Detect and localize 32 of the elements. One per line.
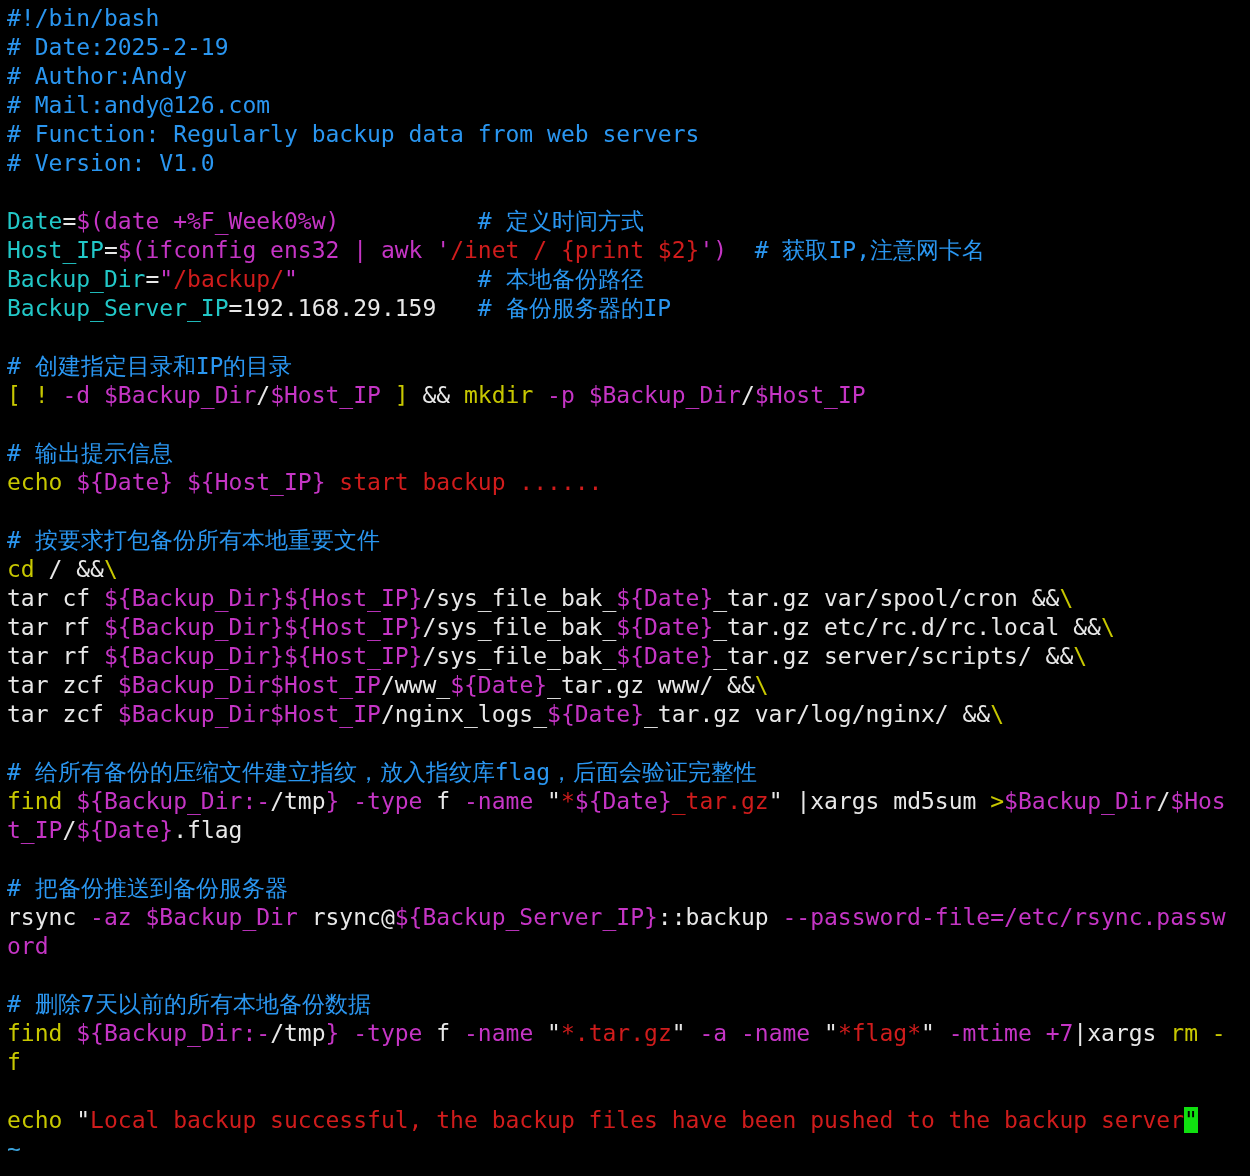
code-line: t_IP/${Date}.flag [7,816,243,845]
code-line: # 给所有备份的压缩文件建立指纹，放入指纹库flag，后面会验证完整性 [7,758,758,787]
code-line: Backup_Server_IP=192.168.29.159 # 备份服务器的IP [7,294,672,323]
code-line: cd / &&\ [7,555,118,584]
code-line: # Version: V1.0 [7,149,215,178]
code-line: tar cf ${Backup_Dir}${Host_IP}/sys_file_bak_${Date}_tar.gz var/spool/cron &&\ [7,584,1074,613]
code-line: # 创建指定目录和IP的目录 [7,352,293,381]
code-line: # Author:Andy [7,62,187,91]
code-line: Host_IP=$(ifconfig ens32 | awk '/inet / {print $2}') # 获取IP,注意网卡名 [7,236,986,265]
code-line: #!/bin/bash [7,4,160,33]
code-line: [ ! -d $Backup_Dir/$Host_IP ] && mkdir -p $Backup_Dir/$Host_IP [7,381,866,410]
code-line: tar zcf $Backup_Dir$Host_IP/www_${Date}_tar.gz www/ &&\ [7,671,769,700]
code-line: Backup_Dir="/backup/" # 本地备份路径 [7,265,644,294]
code-line: tar zcf $Backup_Dir$Host_IP/nginx_logs_${Date}_tar.gz var/log/nginx/ &&\ [7,700,1005,729]
code-line: # 按要求打包备份所有本地重要文件 [7,526,380,555]
code-line: rsync -az $Backup_Dir rsync@${Backup_Server_IP}::backup --password-file=/etc/rsync.passw [7,903,1226,932]
code-line: echo ${Date} ${Host_IP} start backup ...... [7,468,603,497]
code-line: f [7,1048,21,1077]
code-line: # 把备份推送到备份服务器 [7,874,288,903]
code-line: echo "Local backup successful, the backup files have been pushed to the backup server" [7,1106,1198,1135]
code-line: # Function: Regularly backup data from web servers [7,120,700,149]
code-line: Date=$(date +%F_Week0%w) # 定义时间方式 [7,207,644,236]
code-line: tar rf ${Backup_Dir}${Host_IP}/sys_file_bak_${Date}_tar.gz etc/rc.d/rc.local &&\ [7,613,1115,642]
code-line: # 输出提示信息 [7,439,173,468]
code-line: ord [7,932,49,961]
code-line: # Mail:andy@126.com [7,91,271,120]
end-of-buffer-marker: ~ [7,1135,21,1164]
code-line: find ${Backup_Dir:-/tmp} -type f -name "*${Date}_tar.gz" |xargs md5sum >$Backup_Dir/$Hos [7,787,1226,816]
code-line: tar rf ${Backup_Dir}${Host_IP}/sys_file_bak_${Date}_tar.gz server/scripts/ &&\ [7,642,1088,671]
code-line: # Date:2025-2-19 [7,33,229,62]
code-line: # 删除7天以前的所有本地备份数据 [7,990,371,1019]
code-line: find ${Backup_Dir:-/tmp} -type f -name "*.tar.gz" -a -name "*flag*" -mtime +7|xargs rm - [7,1019,1226,1048]
